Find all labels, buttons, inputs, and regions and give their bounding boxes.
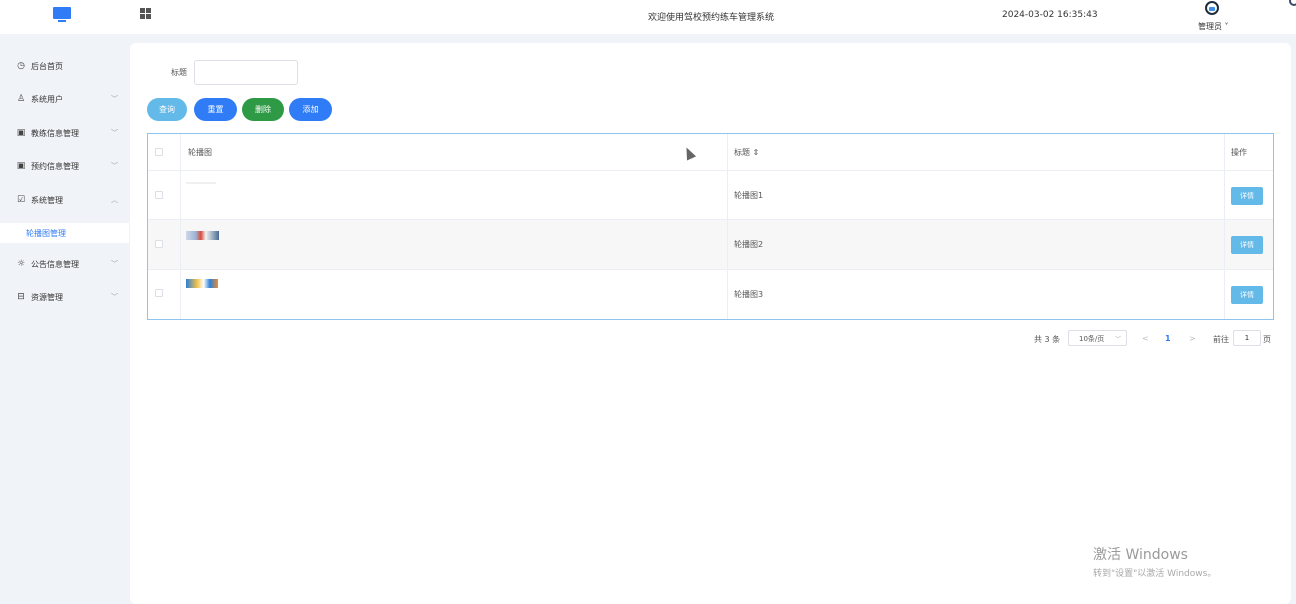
prev-page-button[interactable]: < (1142, 334, 1149, 343)
row-title: 轮播图1 (734, 191, 764, 200)
table-row: 轮播图3 详情 (148, 270, 1273, 319)
card-icon: ▣ (16, 161, 26, 171)
row-title: 轮播图2 (734, 240, 764, 249)
check-box-icon: ☑ (16, 195, 26, 205)
table-row: 轮播图1 详情 (148, 171, 1273, 220)
current-datetime: 2024-03-02 16:35:43 (1002, 10, 1098, 20)
column-header-actions: 操作 (1231, 148, 1247, 157)
sidebar-item-resources[interactable]: ⊟ 资源管理 ﹀ (0, 287, 129, 307)
sidebar-item-label: 预约信息管理 (31, 161, 79, 171)
delete-button[interactable]: 删除 (242, 98, 284, 121)
carousel-thumbnail-image (186, 279, 218, 288)
sidebar-item-label: 教练信息管理 (31, 128, 79, 138)
next-page-button[interactable]: > (1189, 334, 1196, 343)
table-header-row: 轮播图 标题 ⇕ 操作 (148, 134, 1273, 171)
sidebar-item-label: 系统用户 (31, 94, 63, 104)
chevron-down-icon: ﹀ (1114, 336, 1121, 343)
corner-indicator-icon (1289, 0, 1296, 6)
table-row: 轮播图2 详情 (148, 220, 1273, 270)
chevron-up-icon: ︿ (111, 196, 118, 204)
windows-activation-subtitle: 转到"设置"以激活 Windows。 (1093, 569, 1217, 579)
sidebar-item-label: 后台首页 (31, 61, 63, 71)
page-size-select[interactable]: 10条/页 ﹀ (1068, 330, 1127, 346)
sidebar-subitem-carousel[interactable]: 轮播图管理 (0, 223, 129, 243)
chevron-down-icon: ﹀ (111, 293, 118, 301)
monitor-logo-icon (53, 7, 71, 23)
clock-icon: ◷ (17, 61, 25, 71)
sidebar: ◷ 后台首页 ♙ 系统用户 ﹀ ▣ 教练信息管理 ﹀ ▣ 预约信息管理 ﹀ ☑ … (0, 42, 129, 604)
reset-button[interactable]: 重置 (194, 98, 237, 121)
column-header-image: 轮播图 (188, 148, 212, 157)
sidebar-item-label: 公告信息管理 (31, 259, 79, 269)
page-size-value: 10条/页 (1079, 335, 1105, 343)
detail-button[interactable]: 详情 (1231, 236, 1263, 254)
sidebar-item-coach-info[interactable]: ▣ 教练信息管理 ﹀ (0, 123, 129, 143)
sidebar-item-announcements[interactable]: ☼ 公告信息管理 ﹀ (0, 254, 129, 274)
sidebar-item-system-management[interactable]: ☑ 系统管理 ︿ (0, 190, 129, 210)
broadcast-icon: ☼ (16, 259, 26, 269)
sidebar-item-label: 资源管理 (31, 292, 63, 302)
select-all-checkbox[interactable] (155, 148, 163, 156)
row-checkbox[interactable] (155, 191, 163, 199)
main-panel: 标题 查询 重置 删除 添加 轮播图 标题 ⇕ 操作 轮播图1 详情 轮播图2 … (130, 43, 1291, 604)
detail-button[interactable]: 详情 (1231, 187, 1263, 205)
user-avatar-icon[interactable] (1204, 1, 1220, 19)
top-header: 欢迎使用驾校预约练车管理系统 2024-03-02 16:35:43 管理员 ˅ (0, 0, 1296, 34)
sidebar-item-system-users[interactable]: ♙ 系统用户 ﹀ (0, 89, 129, 109)
system-title: 欢迎使用驾校预约练车管理系统 (648, 13, 775, 23)
folder-icon: ⊟ (17, 292, 25, 302)
title-search-label: 标题 (171, 68, 187, 77)
row-title: 轮播图3 (734, 290, 764, 299)
chevron-down-icon: ﹀ (111, 162, 118, 170)
carousel-thumbnail-image (186, 182, 216, 184)
card-icon: ▣ (16, 128, 26, 138)
page-suffix-label: 页 (1263, 335, 1271, 344)
sidebar-subitem-label: 轮播图管理 (26, 229, 66, 238)
row-checkbox[interactable] (155, 289, 163, 297)
chevron-down-icon: ﹀ (111, 260, 118, 268)
goto-label: 前往 (1213, 335, 1229, 344)
detail-button[interactable]: 详情 (1231, 286, 1263, 304)
row-checkbox[interactable] (155, 240, 163, 248)
chevron-down-icon: ﹀ (111, 95, 118, 103)
user-menu[interactable]: 管理员 ˅ (1198, 21, 1229, 32)
windows-activation-title: 激活 Windows (1093, 547, 1188, 563)
add-button[interactable]: 添加 (289, 98, 332, 121)
sidebar-item-booking-info[interactable]: ▣ 预约信息管理 ﹀ (0, 156, 129, 176)
sidebar-item-home[interactable]: ◷ 后台首页 (0, 56, 129, 76)
carousel-thumbnail-image (186, 231, 219, 240)
goto-page-input[interactable] (1233, 330, 1261, 346)
current-page-number[interactable]: 1 (1165, 334, 1171, 343)
sidebar-item-label: 系统管理 (31, 195, 63, 205)
chevron-down-icon: ﹀ (111, 129, 118, 137)
pagination-total: 共 3 条 (1034, 335, 1061, 344)
title-search-input[interactable] (194, 60, 298, 85)
menu-grid-icon[interactable] (140, 8, 151, 19)
query-button[interactable]: 查询 (147, 98, 187, 121)
column-header-title[interactable]: 标题 ⇕ (734, 147, 759, 158)
carousel-table: 轮播图 标题 ⇕ 操作 轮播图1 详情 轮播图2 详情 轮播图3 详情 (147, 133, 1274, 320)
user-icon: ♙ (16, 94, 26, 104)
